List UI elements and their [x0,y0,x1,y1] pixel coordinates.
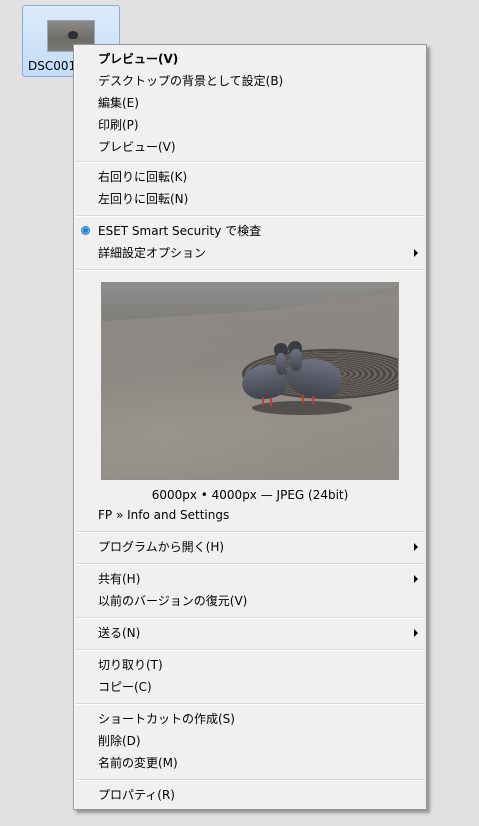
menu-item-edit[interactable]: 編集(E) [76,92,424,114]
submenu-arrow-icon [414,249,418,257]
menu-item-open-with-label: プログラムから開く(H) [98,540,225,554]
menu-item-rotate-clockwise[interactable]: 右回りに回転(K) [76,166,424,188]
menu-item-restore-previous-versions[interactable]: 以前のバージョンの復元(V) [76,590,424,612]
menu-item-rotate-counterclockwise[interactable]: 左回りに回転(N) [76,188,424,210]
submenu-arrow-icon [414,543,418,551]
menu-item-create-shortcut[interactable]: ショートカットの作成(S) [76,708,424,730]
menu-item-advanced-options[interactable]: 詳細設定オプション [76,242,424,264]
menu-separator [76,161,424,163]
menu-item-delete[interactable]: 削除(D) [76,730,424,752]
submenu-arrow-icon [414,575,418,583]
context-menu: プレビュー(V) デスクトップの背景として設定(B) 編集(E) 印刷(P) プ… [73,44,427,810]
pigeon-leg [302,395,304,403]
menu-separator [76,649,424,651]
menu-item-share[interactable]: 共有(H) [76,568,424,590]
menu-item-rename[interactable]: 名前の変更(M) [76,752,424,774]
pigeon-neck [290,349,302,371]
menu-item-eset-scan[interactable]: ESET Smart Security で検査 [76,220,424,242]
radio-icon [81,226,90,235]
menu-item-cut[interactable]: 切り取り(T) [76,654,424,676]
menu-item-eset-scan-label: ESET Smart Security で検査 [98,224,262,238]
menu-item-send-to-label: 送る(N) [98,626,141,640]
menu-item-print[interactable]: 印刷(P) [76,114,424,136]
pigeon-leg [312,396,314,404]
menu-separator [76,617,424,619]
pigeon-leg [262,397,264,405]
menu-separator [76,563,424,565]
menu-item-preview-default[interactable]: プレビュー(V) [76,48,424,70]
menu-item-share-label: 共有(H) [98,572,141,586]
preview-shadow [252,401,352,415]
menu-item-properties[interactable]: プロパティ(R) [76,784,424,806]
menu-separator [76,531,424,533]
image-info-caption: 6000px • 4000px — JPEG (24bit) [151,488,349,502]
menu-item-send-to[interactable]: 送る(N) [76,622,424,644]
menu-separator [76,703,424,705]
pigeon-neck [276,353,286,375]
menu-item-copy[interactable]: コピー(C) [76,676,424,698]
menu-item-open-with[interactable]: プログラムから開く(H) [76,536,424,558]
menu-separator [76,269,424,271]
preview-road [102,283,398,321]
menu-separator [76,779,424,781]
menu-item-set-desktop-background[interactable]: デスクトップの背景として設定(B) [76,70,424,92]
image-preview [101,282,399,480]
menu-item-fp-info-settings[interactable]: FP » Info and Settings [76,504,424,526]
menu-item-preview[interactable]: プレビュー(V) [76,136,424,158]
menu-separator [76,215,424,217]
menu-item-advanced-options-label: 詳細設定オプション [98,246,207,260]
submenu-arrow-icon [414,629,418,637]
pigeon-leg [270,398,272,406]
